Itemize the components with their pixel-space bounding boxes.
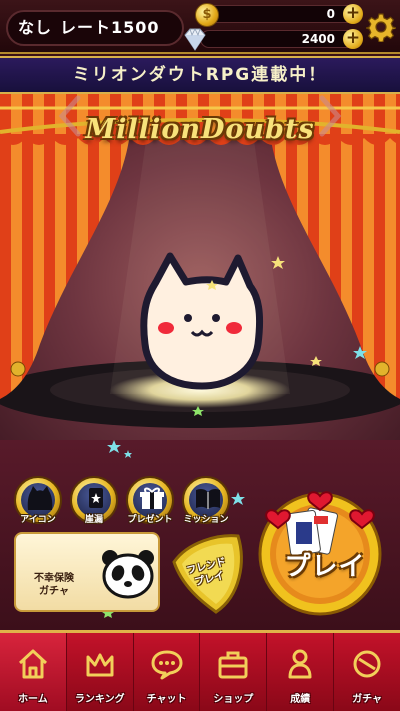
nav-item-chat[interactable]: チャット (134, 633, 201, 711)
left-curtain (0, 134, 130, 399)
home-icon (18, 649, 47, 679)
nav-item-gacha[interactable]: ガチャ (334, 633, 400, 711)
icon-button-label: アイコン (20, 515, 56, 525)
add-gems-button[interactable]: + (343, 29, 363, 49)
book-icon (196, 488, 220, 509)
right-curtain (270, 134, 400, 399)
settings-gear-icon[interactable] (366, 12, 396, 42)
stage-area: MillionDoubts (0, 94, 400, 440)
diamond-icon (184, 28, 206, 51)
stage-scene (0, 94, 400, 428)
card-star-icon (89, 488, 103, 508)
next-character-icon[interactable] (316, 94, 344, 138)
shop-bag-icon (218, 651, 248, 679)
prev-character-icon[interactable] (56, 94, 84, 138)
nav-item-results[interactable]: 成績 (267, 633, 335, 711)
stamp-button[interactable]: 崖漏 (70, 476, 118, 525)
game-logo: MillionDoubts (85, 114, 315, 145)
mission-button-label: ミッション (183, 515, 229, 525)
player-rate: レート1500 (60, 18, 160, 37)
person-icon (288, 649, 312, 679)
gift-icon (140, 487, 164, 509)
player-info[interactable]: なし レート1500 (6, 10, 184, 46)
mission-button[interactable]: ミッション (182, 476, 230, 525)
insurance-gacha-card[interactable]: 不幸保険 ガチャ (14, 532, 160, 612)
play-button-label: プレイ (284, 552, 366, 582)
coin-icon: $ (195, 3, 219, 27)
nav-label-chat: チャット (146, 694, 187, 705)
gem-value: 2400 (301, 32, 335, 46)
crown-icon (86, 653, 114, 677)
friend-play-button[interactable]: フレンド プレイ (168, 532, 250, 618)
gacha-card-title: 不幸保険 (34, 573, 74, 584)
player-name: なし (18, 18, 53, 37)
coin-counter: $ 0 + (195, 3, 363, 27)
nav-item-ranking[interactable]: ランキング (67, 633, 134, 711)
gem-counter: 2400 + (184, 28, 363, 51)
present-button[interactable]: プレゼント (126, 476, 174, 525)
add-coins-button[interactable]: + (343, 4, 363, 24)
gacha-icon (353, 650, 381, 678)
nav-label-gacha: ガチャ (352, 694, 382, 705)
nav-label-home: ホーム (18, 694, 48, 705)
present-button-label: プレゼント (127, 515, 173, 525)
top-status-bar: なし レート1500 $ 0 + 2400 + (0, 0, 400, 54)
icon-button[interactable]: アイコン (14, 476, 62, 525)
coin-value: 0 (326, 7, 335, 21)
nav-label-ranking: ランキング (74, 694, 125, 705)
nav-label-shop: ショップ (213, 694, 254, 705)
bottom-nav: ホーム ランキング チャット ショップ 成績 ガチャ (0, 630, 400, 711)
nav-item-home[interactable]: ホーム (0, 633, 67, 711)
chat-icon (151, 650, 183, 680)
nav-item-shop[interactable]: ショップ (200, 633, 268, 711)
nav-label-results: 成績 (290, 694, 311, 705)
stamp-button-label: 崖漏 (84, 515, 103, 525)
panda-icon (102, 550, 154, 599)
gacha-card-subtitle: ガチャ (39, 586, 69, 597)
announcement-banner[interactable]: ミリオンダウトRPG連載中！ (0, 56, 400, 94)
cat-silhouette-icon (27, 486, 53, 510)
